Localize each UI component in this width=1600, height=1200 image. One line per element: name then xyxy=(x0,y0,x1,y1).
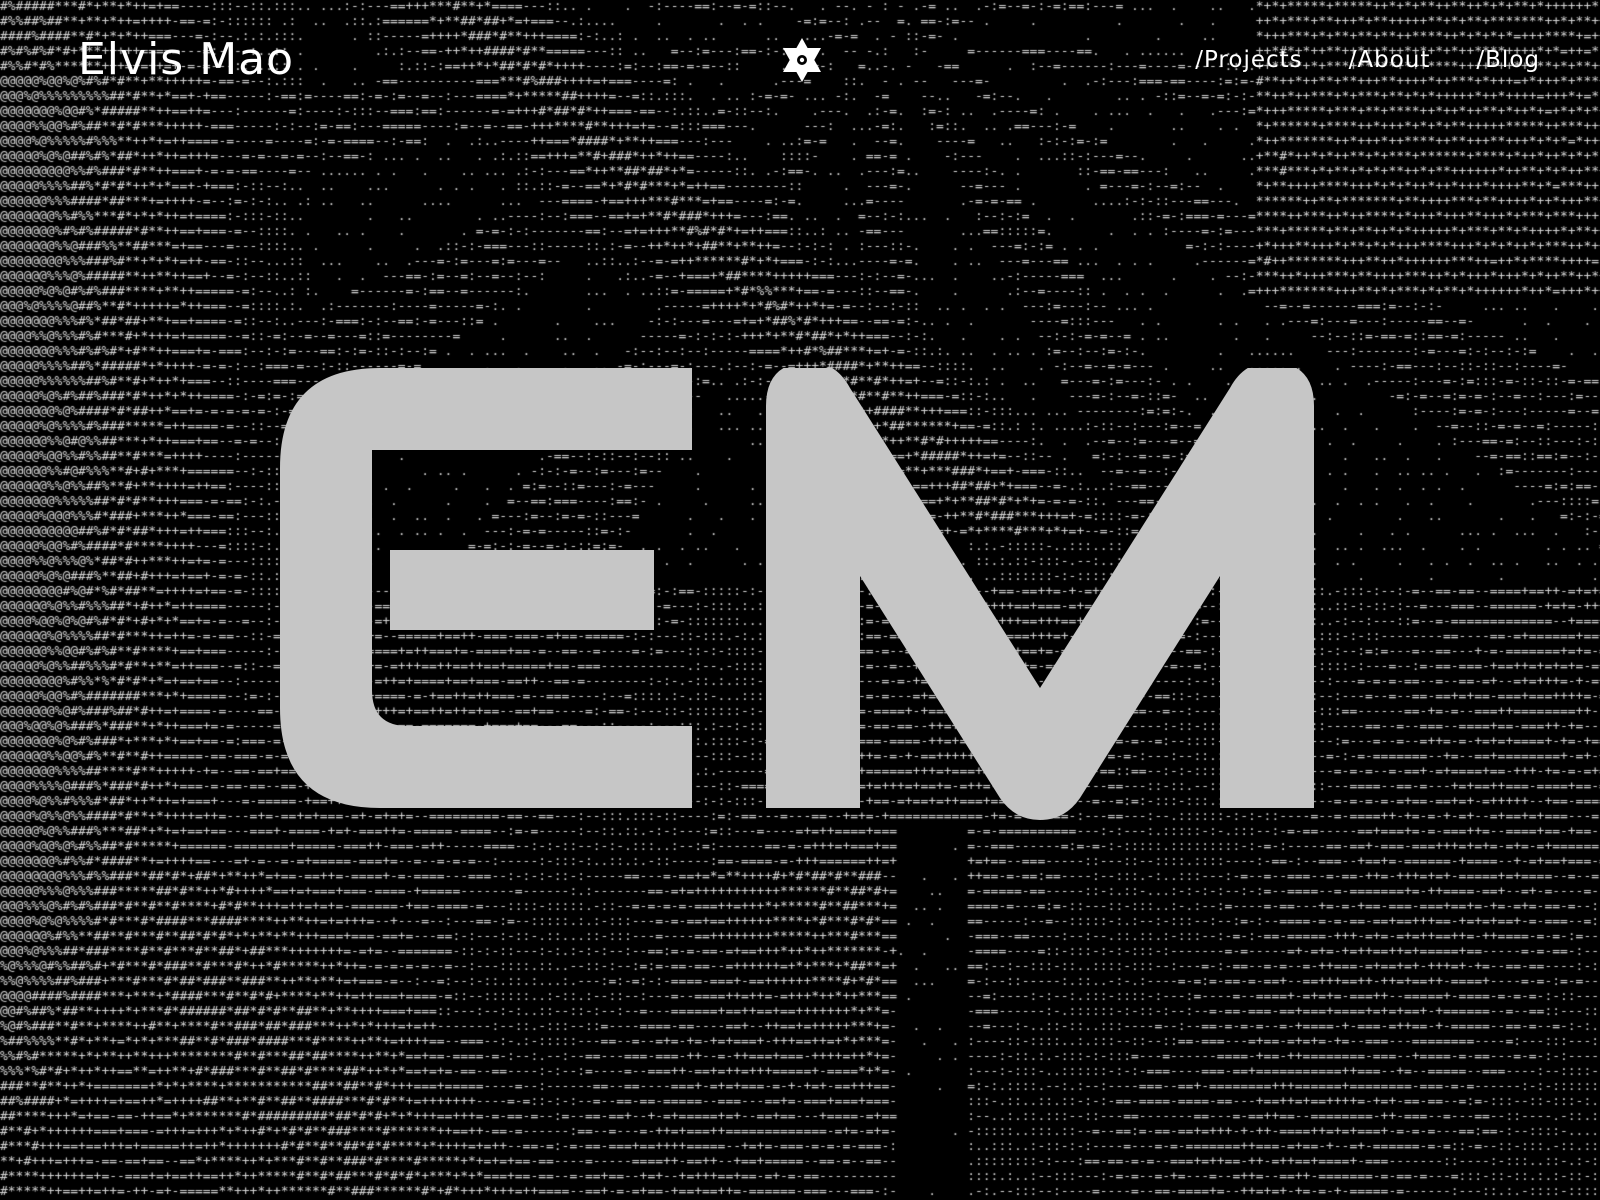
nav-link-blog[interactable]: /Blog xyxy=(1476,40,1540,80)
hexagram-star-icon[interactable] xyxy=(779,36,825,84)
nav-link-projects[interactable]: /Projects xyxy=(1195,40,1302,80)
monogram-letter-e xyxy=(280,368,692,808)
em-monogram: EM xyxy=(280,368,1314,820)
site-name[interactable]: Elvis Mao xyxy=(78,32,294,88)
nav-link-about[interactable]: /About xyxy=(1349,40,1431,80)
main-nav: /Projects /About /Blog xyxy=(1195,40,1540,80)
page-root: EM Elvis Mao /Projects /About /Blog xyxy=(0,0,1600,1200)
monogram-letter-m xyxy=(766,368,1314,820)
